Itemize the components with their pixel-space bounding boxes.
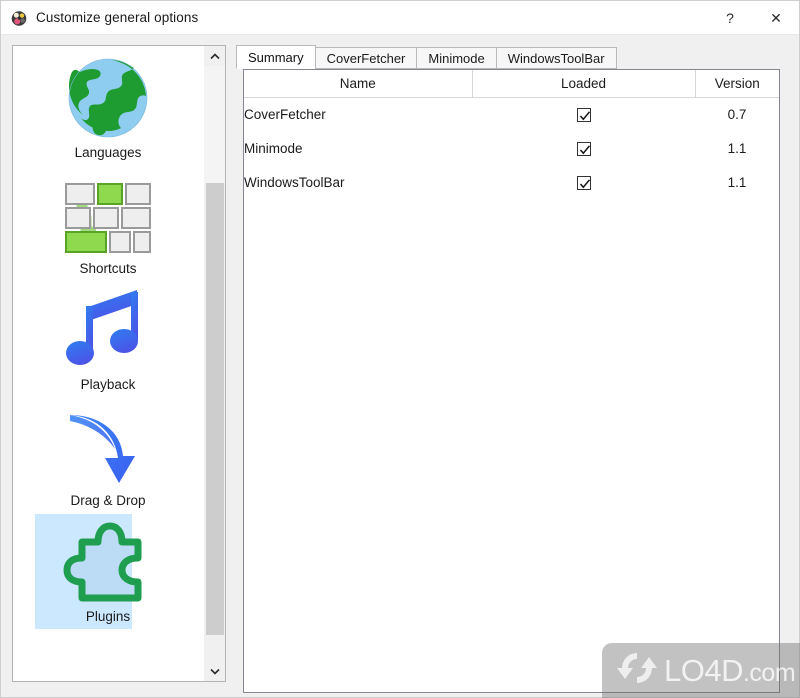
music-note-icon (60, 284, 156, 376)
tab-coverfetcher[interactable]: CoverFetcher (314, 47, 418, 69)
cell-loaded (472, 97, 695, 131)
curved-arrow-icon (60, 400, 156, 492)
column-header-loaded[interactable]: Loaded (472, 70, 696, 98)
options-window: Customize general options ? ✕ Languages … (0, 0, 800, 698)
window-controls: ? ✕ (707, 1, 799, 35)
sidebar-item-label: Plugins (85, 609, 131, 624)
table-header-row: Name Loaded Version (244, 70, 779, 98)
loaded-checkbox[interactable] (576, 175, 591, 190)
sidebar-scrollbar[interactable] (203, 46, 225, 681)
table-row[interactable]: CoverFetcher 0.7 (244, 97, 779, 131)
cell-plugin-name: CoverFetcher (244, 97, 472, 131)
chevron-up-icon[interactable] (204, 46, 225, 66)
tab-minimode[interactable]: Minimode (416, 47, 497, 69)
category-sidebar: Languages Shortcuts Playback Drag & Drop… (12, 45, 226, 682)
globe-icon (60, 52, 156, 144)
sidebar-item-plugins[interactable]: Plugins (13, 512, 203, 629)
window-title: Customize general options (36, 10, 199, 25)
sidebar-item-label: Shortcuts (79, 261, 137, 276)
table-row[interactable]: WindowsToolBar 1.1 (244, 165, 779, 199)
plugins-table: Name Loaded Version CoverFetcher 0.7 Min… (244, 70, 779, 199)
column-header-version[interactable]: Version (695, 70, 779, 98)
cell-plugin-name: Minimode (244, 131, 472, 165)
sidebar-item-label: Playback (80, 377, 136, 392)
close-button[interactable]: ✕ (753, 1, 799, 35)
cell-loaded (472, 131, 695, 165)
cell-version: 1.1 (695, 131, 779, 165)
tab-windowstoolbar[interactable]: WindowsToolBar (495, 47, 617, 69)
tab-strip: Summary CoverFetcher Minimode WindowsToo… (236, 45, 780, 69)
puzzle-piece-icon (60, 516, 156, 608)
loaded-checkbox[interactable] (576, 141, 591, 156)
clementine-app-icon (10, 9, 28, 27)
cell-version: 1.1 (695, 165, 779, 199)
category-list[interactable]: Languages Shortcuts Playback Drag & Drop… (13, 46, 203, 681)
keyboard-icon (60, 168, 156, 260)
cell-version: 0.7 (695, 97, 779, 131)
title-bar: Customize general options ? ✕ (1, 1, 799, 35)
cell-loaded (472, 165, 695, 199)
table-row[interactable]: Minimode 1.1 (244, 131, 779, 165)
tab-panel-summary: Name Loaded Version CoverFetcher 0.7 Min… (243, 69, 780, 693)
sidebar-item-playback[interactable]: Playback (13, 280, 203, 396)
column-header-name[interactable]: Name (244, 70, 473, 98)
sidebar-item-languages[interactable]: Languages (13, 48, 203, 164)
help-button[interactable]: ? (707, 1, 753, 35)
sidebar-item-shortcuts[interactable]: Shortcuts (13, 164, 203, 280)
chevron-down-icon[interactable] (204, 661, 225, 681)
sidebar-item-label: Languages (74, 145, 142, 160)
window-body: Languages Shortcuts Playback Drag & Drop… (1, 35, 799, 697)
scrollbar-thumb[interactable] (206, 183, 224, 635)
tab-summary[interactable]: Summary (236, 45, 316, 69)
sidebar-item-label: Drag & Drop (70, 493, 146, 508)
scrollbar-track[interactable] (204, 66, 225, 183)
cell-plugin-name: WindowsToolBar (244, 165, 472, 199)
loaded-checkbox[interactable] (576, 107, 591, 122)
sidebar-item-drag-and-drop[interactable]: Drag & Drop (13, 396, 203, 512)
main-panel: Summary CoverFetcher Minimode WindowsToo… (235, 45, 780, 693)
